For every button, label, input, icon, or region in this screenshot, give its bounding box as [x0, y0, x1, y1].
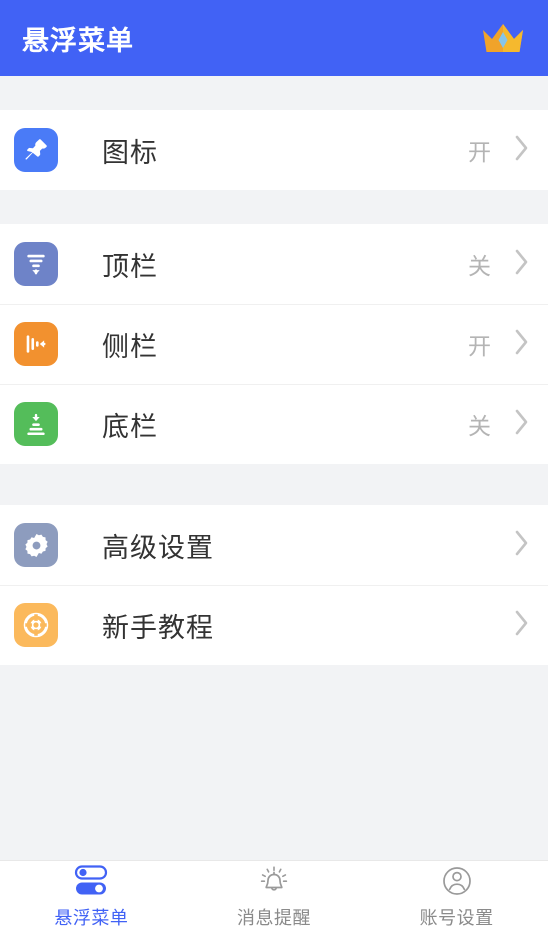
row-label: 顶栏: [102, 251, 158, 282]
tab-account-settings[interactable]: 账号设置: [365, 861, 548, 933]
row-label: 底栏: [102, 411, 158, 442]
row-status: 关: [468, 253, 492, 279]
row-label: 新手教程: [102, 612, 214, 643]
section-gap-1: [0, 190, 548, 224]
tab-label: 账号设置: [419, 908, 494, 928]
chevron-right-icon: [514, 248, 530, 281]
chevron-right-icon: [514, 408, 530, 441]
pushpin-icon: [14, 128, 58, 172]
settings-list: 图标 开 顶栏 关 侧栏 开 底栏 关 高级设置 新手教程: [0, 76, 548, 860]
chevron-right-icon: [514, 529, 530, 562]
settings-section: 高级设置 新手教程: [0, 505, 548, 665]
crown-icon[interactable]: [480, 18, 526, 58]
tab-label: 悬浮菜单: [54, 908, 129, 928]
section-gap-top: [0, 76, 548, 110]
app-header: 悬浮菜单: [0, 0, 548, 76]
page-title: 悬浮菜单: [22, 25, 134, 56]
row-status: 开: [468, 139, 492, 165]
toggles-icon: [73, 864, 109, 898]
row-status: 关: [468, 413, 492, 439]
row-label: 侧栏: [102, 331, 158, 362]
gear-icon: [14, 523, 58, 567]
row-beginner-tutorial[interactable]: 新手教程: [0, 585, 548, 665]
chevron-right-icon: [514, 328, 530, 361]
section-gap-2: [0, 464, 548, 505]
lifebuoy-icon: [14, 603, 58, 647]
chevron-right-icon: [514, 609, 530, 642]
row-label: 高级设置: [102, 532, 214, 563]
user-circle-icon: [440, 864, 474, 898]
tab-label: 消息提醒: [237, 908, 311, 928]
row-side-bar[interactable]: 侧栏 开: [0, 304, 548, 384]
top-bar-icon: [14, 242, 58, 286]
tab-notifications[interactable]: 消息提醒: [183, 861, 366, 933]
bottom-tab-bar: 悬浮菜单 消息提醒 账号设置: [0, 860, 548, 933]
bars-section: 顶栏 关 侧栏 开 底栏 关: [0, 224, 548, 464]
row-label: 图标: [102, 137, 158, 168]
bell-icon: [257, 864, 291, 898]
bottom-bar-icon: [14, 402, 58, 446]
tab-floating-menu[interactable]: 悬浮菜单: [0, 861, 183, 933]
row-top-bar[interactable]: 顶栏 关: [0, 224, 548, 304]
chevron-right-icon: [514, 134, 530, 167]
row-bottom-bar[interactable]: 底栏 关: [0, 384, 548, 464]
icon-section: 图标 开: [0, 110, 548, 190]
app-screen: 悬浮菜单 图标 开 顶栏 关 侧栏 开 底栏 关 高级设置 新手教程 悬浮菜单 …: [0, 0, 548, 933]
row-advanced-settings[interactable]: 高级设置: [0, 505, 548, 585]
side-bar-icon: [14, 322, 58, 366]
row-status: 开: [468, 333, 492, 359]
row-icon[interactable]: 图标 开: [0, 110, 548, 190]
